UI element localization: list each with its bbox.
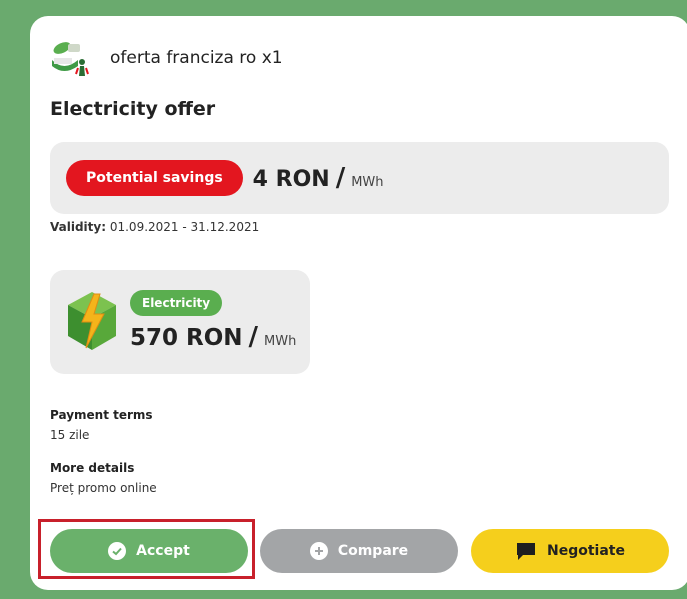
potential-savings-badge: Potential savings bbox=[66, 160, 243, 196]
negotiate-button[interactable]: Negotiate bbox=[471, 529, 669, 573]
offer-card: oferta franciza ro x1 Electricity offer … bbox=[30, 16, 687, 590]
accept-highlight-box bbox=[38, 519, 255, 579]
savings-value: 4 RON / MWh bbox=[253, 163, 384, 193]
offer-title: Electricity offer bbox=[50, 98, 216, 120]
savings-panel: Potential savings 4 RON / MWh bbox=[50, 142, 669, 214]
negotiate-label: Negotiate bbox=[547, 543, 625, 559]
electricity-cube-icon bbox=[64, 288, 120, 354]
validity-value: 01.09.2021 - 31.12.2021 bbox=[109, 220, 260, 234]
unit-separator: / bbox=[248, 322, 259, 352]
product-price: 570 RON / MWh bbox=[130, 322, 296, 352]
company-logo-icon bbox=[50, 38, 92, 78]
validity-label: Validity: bbox=[50, 220, 107, 234]
compare-button[interactable]: Compare bbox=[260, 529, 458, 573]
savings-amount: 4 RON bbox=[252, 167, 330, 192]
unit-separator: / bbox=[335, 163, 346, 193]
company-name: oferta franciza ro x1 bbox=[110, 48, 283, 68]
price-unit: MWh bbox=[264, 334, 297, 349]
plus-circle-icon bbox=[309, 542, 328, 560]
compare-label: Compare bbox=[337, 543, 409, 559]
chat-bubble-icon bbox=[515, 541, 537, 561]
offer-header: oferta franciza ro x1 bbox=[50, 38, 283, 78]
electricity-badge: Electricity bbox=[130, 290, 223, 316]
product-panel: Electricity 570 RON / MWh bbox=[50, 270, 310, 374]
payment-terms-label: Payment terms bbox=[50, 408, 153, 422]
validity-info: Validity: 01.09.2021 - 31.12.2021 bbox=[50, 220, 259, 234]
price-amount: 570 RON bbox=[130, 325, 243, 351]
savings-unit: MWh bbox=[351, 175, 384, 190]
payment-terms-value: 15 zile bbox=[50, 428, 90, 442]
more-details-label: More details bbox=[50, 461, 135, 475]
more-details-value: Preț promo online bbox=[50, 481, 157, 495]
